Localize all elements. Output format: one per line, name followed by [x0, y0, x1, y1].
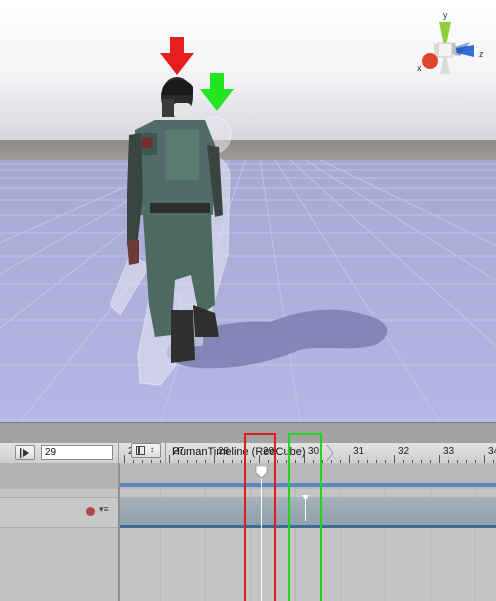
green-highlight-box [288, 433, 322, 601]
gizmo-y-label: y [443, 10, 448, 20]
persp-label[interactable]: ← Persp [422, 94, 461, 105]
timeline-breadcrumb[interactable]: HumanTimeline (RedCube) [172, 446, 305, 458]
track-layout-button[interactable]: ↕ [131, 443, 161, 458]
ruler-tick-label: 31 [353, 446, 365, 457]
gizmo-z-label: z [479, 49, 484, 59]
ruler-tick-label: 33 [443, 446, 455, 457]
track-list-header-strip [0, 463, 118, 489]
ruler-tick-label: 32 [398, 446, 410, 457]
layout-dropdown-icon: ↕ [150, 445, 154, 454]
ruler-major-tick [349, 455, 350, 463]
ruler-major-tick [484, 455, 485, 463]
gizmo-icon[interactable] [410, 12, 480, 92]
ruler-major-tick [169, 455, 170, 463]
gizmo-x-label: x [417, 63, 422, 73]
layout-icon [136, 446, 145, 455]
track-menu-icon[interactable]: ▾≡ [99, 504, 109, 515]
ruler-major-tick [124, 455, 125, 463]
orientation-gizmo[interactable]: y z x [410, 10, 484, 102]
ruler-major-tick [394, 455, 395, 463]
ruler-tick-label: 34 [488, 446, 496, 457]
ruler-major-tick [439, 455, 440, 463]
green-arrow-indicator [200, 73, 234, 111]
preview-play-button[interactable] [15, 445, 35, 460]
red-highlight-box [244, 433, 276, 601]
toolbar-divider [118, 443, 119, 463]
red-arrow-indicator [160, 37, 194, 75]
soldier-character [127, 77, 223, 363]
breadcrumb-chevron-icon [326, 444, 334, 462]
record-icon[interactable] [86, 507, 95, 516]
scene-view[interactable]: y z x ← Persp [0, 0, 496, 422]
breadcrumb-divider [165, 443, 166, 463]
play-icon [20, 448, 29, 458]
current-frame-field[interactable]: 29 [41, 445, 113, 460]
track-header[interactable]: ▾≡ [0, 497, 118, 528]
